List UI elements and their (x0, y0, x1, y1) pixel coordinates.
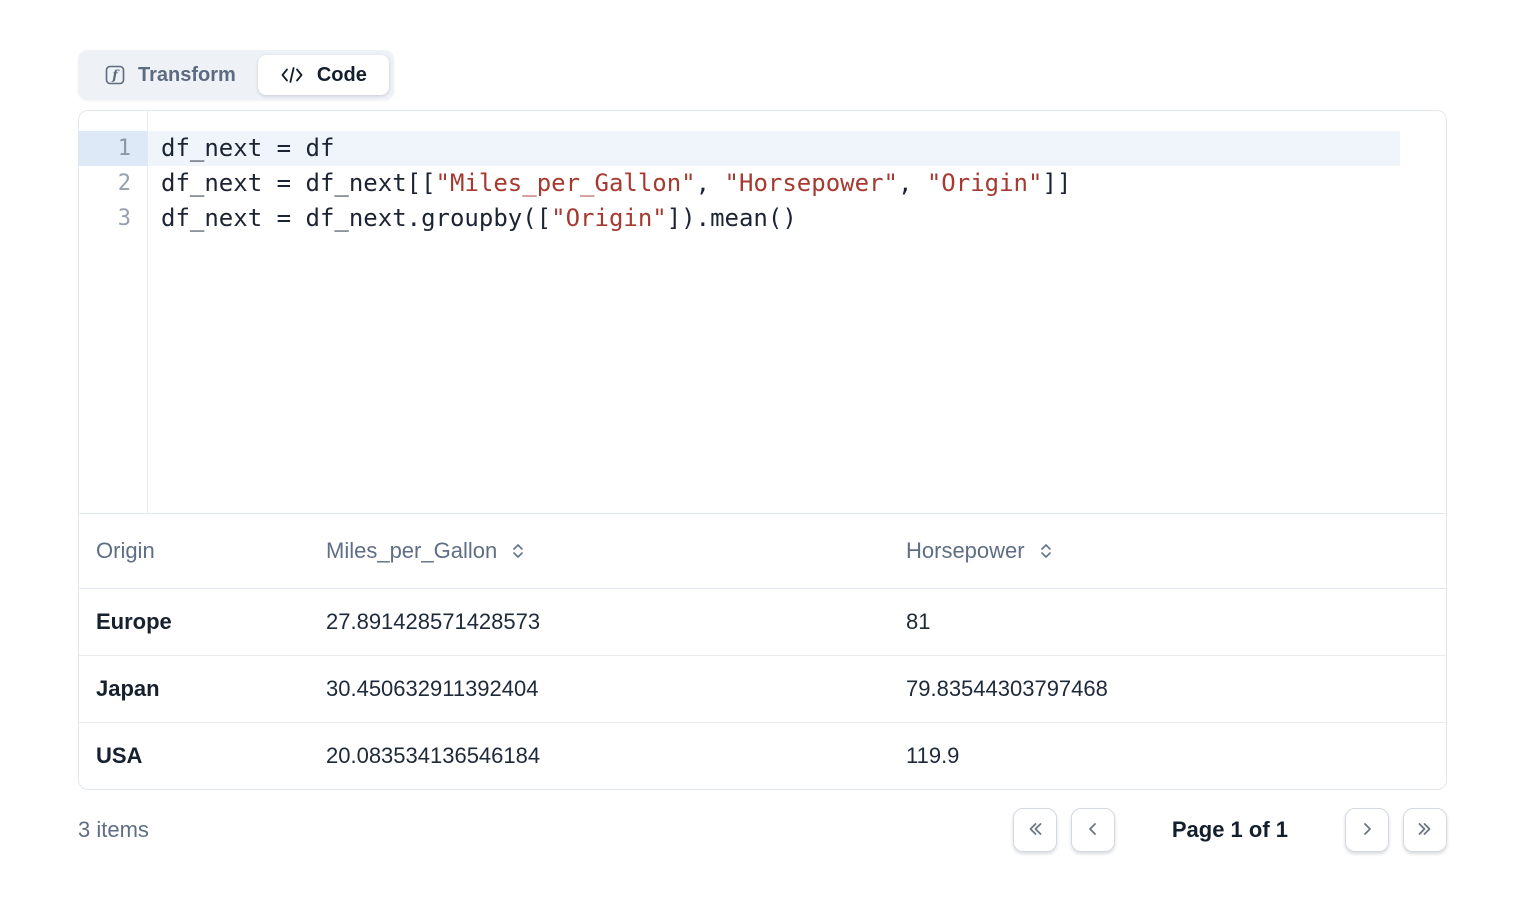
table-cell: 119.9 (906, 743, 1446, 769)
first-page-button[interactable] (1013, 808, 1057, 852)
column-header-horsepower[interactable]: Horsepower (906, 538, 1446, 564)
table-body: Europe27.89142857142857381Japan30.450632… (79, 589, 1446, 789)
column-label: Miles_per_Gallon (326, 538, 497, 564)
svg-text:f: f (111, 69, 120, 84)
column-header-miles_per_gallon[interactable]: Miles_per_Gallon (326, 538, 906, 564)
code-icon (280, 66, 304, 84)
line-content: df_next = df (147, 131, 1400, 166)
line-content: df_next = df_next.groupby(["Origin"]).me… (147, 201, 1400, 236)
column-header-origin: Origin (79, 538, 326, 564)
view-toggle: f Transform Code (78, 50, 394, 100)
code-token: , (898, 169, 927, 197)
tab-code[interactable]: Code (258, 55, 389, 95)
next-page-button[interactable] (1345, 808, 1389, 852)
table-header-row: Origin Miles_per_Gallon Horsepower (79, 514, 1446, 589)
pagination-back-buttons (1013, 808, 1115, 852)
table-cell: USA (79, 743, 326, 769)
column-header-content: Miles_per_Gallon (326, 538, 906, 564)
sort-icon (511, 543, 525, 559)
code-and-results-panel: 1df_next = df2df_next = df_next[["Miles_… (78, 110, 1447, 790)
code-line-3[interactable]: 3df_next = df_next.groupby(["Origin"]).m… (79, 201, 1446, 236)
code-token: df_next = df_next.groupby([ (161, 204, 551, 232)
last-page-button[interactable] (1403, 808, 1447, 852)
table-cell: Europe (79, 609, 326, 635)
pagination-forward-buttons (1345, 808, 1447, 852)
line-number: 1 (79, 131, 147, 166)
code-token: , (696, 169, 725, 197)
table-footer: 3 items Page 1 of 1 (78, 806, 1447, 854)
code-token: ]).mean() (667, 204, 797, 232)
double-chevron-left-icon (1025, 819, 1045, 842)
column-label: Horsepower (906, 538, 1025, 564)
table-cell: 30.450632911392404 (326, 676, 906, 702)
sort-icon (1039, 543, 1053, 559)
code-token: df_next = df_next[[ (161, 169, 436, 197)
code-token: "Horsepower" (725, 169, 898, 197)
table-cell: 79.83544303797468 (906, 676, 1446, 702)
column-header-content: Origin (96, 538, 326, 564)
column-label: Origin (96, 538, 155, 564)
table-cell: 27.891428571428573 (326, 609, 906, 635)
chevron-right-icon (1357, 819, 1377, 842)
line-content: df_next = df_next[["Miles_per_Gallon", "… (147, 166, 1400, 201)
table-cell: 81 (906, 609, 1446, 635)
table-row: Europe27.89142857142857381 (79, 589, 1446, 656)
table-row: USA20.083534136546184119.9 (79, 723, 1446, 789)
code-line-2[interactable]: 2df_next = df_next[["Miles_per_Gallon", … (79, 166, 1446, 201)
pagination: Page 1 of 1 (1013, 808, 1447, 852)
code-token: "Origin" (551, 204, 667, 232)
column-header-content: Horsepower (906, 538, 1446, 564)
page-indicator: Page 1 of 1 (1172, 817, 1288, 843)
code-token: df_next = df (161, 134, 334, 162)
transform-view: f Transform Code 1df_next = df2df_next =… (0, 0, 1516, 854)
function-icon: f (105, 65, 125, 85)
tab-code-label: Code (317, 64, 367, 87)
previous-page-button[interactable] (1071, 808, 1115, 852)
code-editor[interactable]: 1df_next = df2df_next = df_next[["Miles_… (79, 111, 1446, 513)
code-token: "Miles_per_Gallon" (436, 169, 696, 197)
table-cell: 20.083534136546184 (326, 743, 906, 769)
tab-transform[interactable]: f Transform (83, 55, 258, 95)
code-token: "Origin" (927, 169, 1043, 197)
code-token: ]] (1042, 169, 1071, 197)
result-table: OriginMiles_per_GallonHorsepower Europe2… (79, 513, 1446, 789)
line-number: 2 (79, 166, 147, 201)
double-chevron-right-icon (1415, 819, 1435, 842)
line-number: 3 (79, 201, 147, 236)
items-count: 3 items (78, 817, 149, 843)
table-row: Japan30.45063291139240479.83544303797468 (79, 656, 1446, 723)
table-cell: Japan (79, 676, 326, 702)
code-line-1[interactable]: 1 df_next = df (79, 131, 1446, 166)
chevron-left-icon (1083, 819, 1103, 842)
tab-transform-label: Transform (138, 64, 236, 87)
